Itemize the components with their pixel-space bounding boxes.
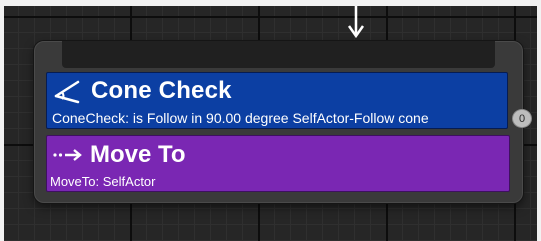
- window-frame-left: [0, 0, 4, 241]
- task-title: Move To: [90, 141, 186, 168]
- cone-check-decorator[interactable]: Cone Check ConeCheck: is Follow in 90.00…: [46, 72, 508, 129]
- window-frame-top: [0, 0, 541, 6]
- move-to-task[interactable]: Move To MoveTo: SelfActor: [46, 135, 510, 192]
- decorator-title-row: Cone Check: [53, 77, 232, 105]
- task-title-row: Move To: [52, 140, 186, 170]
- task-description: MoveTo: SelfActor: [50, 174, 156, 189]
- decorator-description: ConeCheck: is Follow in 90.00 degree Sel…: [52, 110, 429, 126]
- move-to-icon: [53, 149, 82, 161]
- cone-check-icon: [54, 80, 80, 104]
- decorator-index-badge[interactable]: 0: [512, 109, 532, 128]
- arrow-down-icon: [347, 6, 365, 39]
- window-frame-right: [537, 0, 541, 241]
- node-input-pin-slot[interactable]: [62, 41, 495, 68]
- decorator-title: Cone Check: [91, 77, 232, 104]
